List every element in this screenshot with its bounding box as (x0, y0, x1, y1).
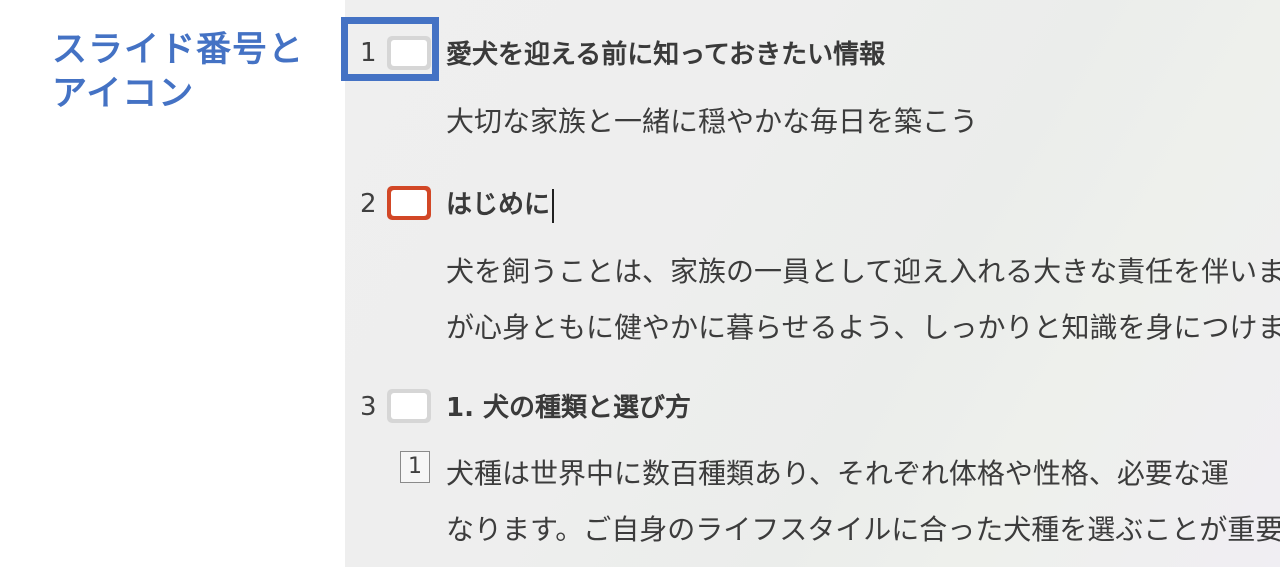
slide-body-line[interactable]: 大切な家族と一緒に穏やかな毎日を築こう (446, 100, 978, 140)
slide-body-line[interactable]: なります。ご自身のライフスタイルに合った犬種を選ぶことが重要で (446, 508, 1280, 548)
slide-thumbnail-icon-active[interactable] (387, 186, 431, 220)
slide-body-line[interactable]: 犬種は世界中に数百種類あり、それぞれ体格や性格、必要な運 (446, 452, 1229, 492)
annotation-line-2: アイコン (52, 74, 195, 114)
slide-number: 2 (360, 189, 377, 219)
text-cursor (552, 188, 555, 223)
slide-title[interactable]: 愛犬を迎える前に知っておきたい情報 (446, 34, 885, 71)
annotation-label: スライド番号と アイコン (52, 28, 304, 116)
outline-pane[interactable]: 1 愛犬を迎える前に知っておきたい情報 大切な家族と一緒に穏やかな毎日を築こう … (345, 0, 1280, 567)
annotation-line-1: スライド番号と (52, 30, 305, 70)
slide-title[interactable]: 1. 犬の種類と選び方 (446, 387, 691, 424)
slide-body-line[interactable]: が心身ともに健やかに暮らせるよう、しっかりと知識を身につけまし (446, 306, 1280, 346)
slide-body-line[interactable]: 犬を飼うことは、家族の一員として迎え入れる大きな責任を伴いま (446, 250, 1280, 290)
indent-level-badge: 1 (400, 451, 430, 483)
highlight-box (341, 17, 439, 81)
screenshot-stage: スライド番号と アイコン 1 愛犬を迎える前に知っておきたい情報 大切な家族と一… (0, 0, 1280, 567)
slide-thumbnail-icon[interactable] (387, 389, 431, 423)
slide-title[interactable]: はじめに (446, 184, 555, 223)
slide-number: 3 (360, 392, 377, 422)
